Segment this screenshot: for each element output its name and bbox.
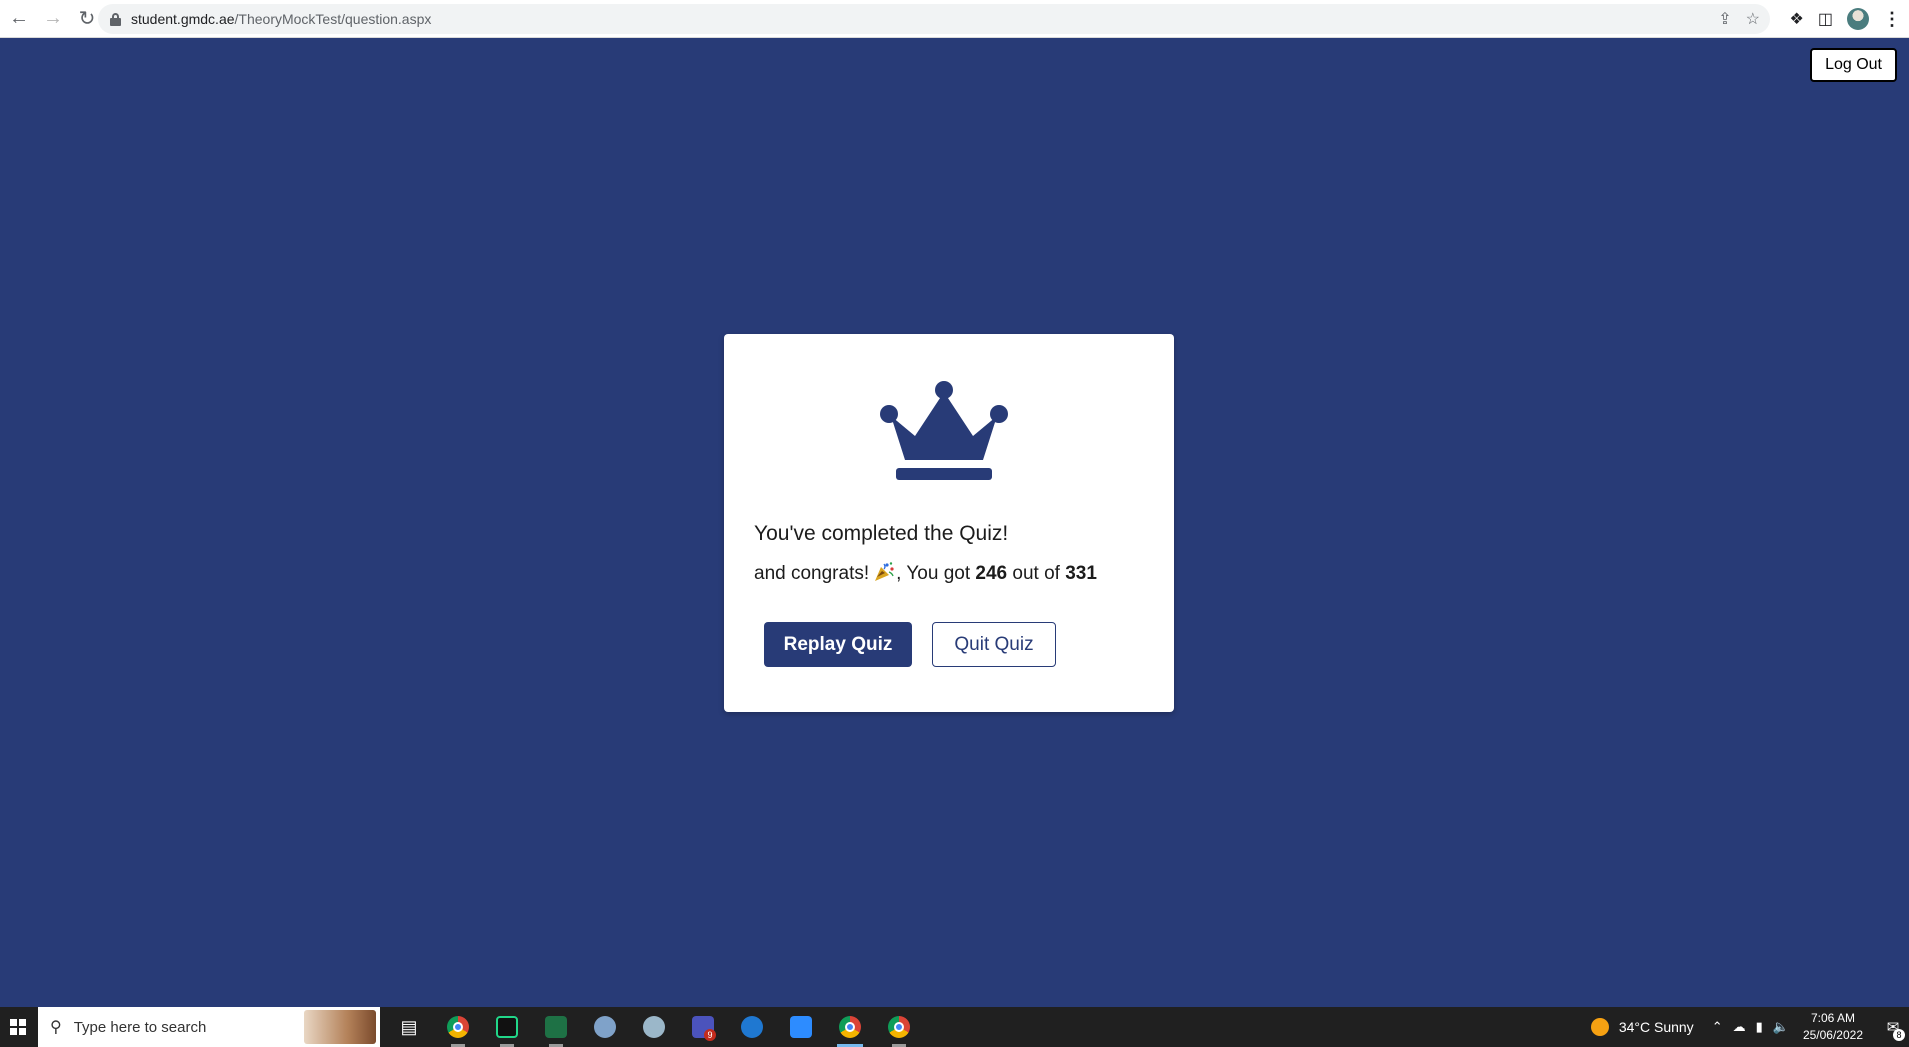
search-placeholder: Type here to search <box>73 1018 207 1036</box>
weather-sun-icon[interactable] <box>1590 1018 1609 1036</box>
taskbar-clock[interactable]: 7:06 AM 25/06/2022 <box>1803 1010 1863 1044</box>
score-value: 246 <box>975 563 1008 584</box>
extensions-puzzle-icon[interactable]: ❖ <box>1790 9 1804 29</box>
search-highlight-image <box>304 1010 376 1044</box>
start-button[interactable] <box>0 1007 36 1047</box>
windows-taskbar: ⚲ Type here to search ▤ 9 34°C Sunny ⌃ ☁… <box>0 1007 1909 1047</box>
taskbar-search-box[interactable]: ⚲ Type here to search <box>38 1007 380 1047</box>
edge-like-app-icon[interactable] <box>735 1007 769 1047</box>
profile-avatar[interactable] <box>1847 8 1869 30</box>
logout-button[interactable]: Log Out <box>1810 48 1897 82</box>
browser-toolbar: ← → ↻ student.gmdc.ae/TheoryMockTest/que… <box>0 0 1909 38</box>
back-icon[interactable]: ← <box>4 4 34 34</box>
you-got-text: , You got <box>896 563 971 584</box>
clock-time: 7:06 AM <box>1810 1011 1855 1025</box>
show-hidden-icons-chevron-icon[interactable]: ⌃ <box>1712 1019 1723 1035</box>
paint-app-icon[interactable] <box>637 1007 671 1047</box>
completion-title: You've completed the Quiz! <box>754 522 1009 545</box>
pycharm-app-icon[interactable] <box>490 1007 524 1047</box>
zoom-app-icon[interactable] <box>784 1007 818 1047</box>
task-view-icon[interactable]: ▤ <box>392 1007 426 1047</box>
side-panel-icon[interactable]: ◫ <box>1818 9 1833 29</box>
browser-menu-icon[interactable]: ⋮ <box>1883 10 1901 28</box>
address-bar[interactable]: student.gmdc.ae/TheoryMockTest/question.… <box>98 4 1770 34</box>
search-icon: ⚲ <box>50 1019 62 1036</box>
clock-date: 25/06/2022 <box>1802 1028 1863 1042</box>
chrome-active-window-icon[interactable] <box>833 1007 867 1047</box>
url-text[interactable]: student.gmdc.ae/TheoryMockTest/question.… <box>131 11 431 27</box>
crown-icon <box>880 381 1008 480</box>
network-icon[interactable]: ☁ <box>1733 1019 1746 1035</box>
replay-quiz-button[interactable]: Replay Quiz <box>764 622 912 667</box>
notification-count: 8 <box>1893 1029 1905 1041</box>
battery-icon[interactable]: ▮ <box>1756 1019 1763 1035</box>
teams-app-icon[interactable]: 9 <box>686 1007 720 1047</box>
forward-icon[interactable]: → <box>38 4 68 34</box>
lock-icon[interactable] <box>110 12 121 26</box>
score-total: 331 <box>1065 563 1097 584</box>
url-path: /TheoryMockTest/question.aspx <box>234 11 432 27</box>
share-icon[interactable]: ⇪ <box>1718 9 1731 29</box>
volume-icon[interactable]: 🔈 <box>1773 1019 1789 1035</box>
out-of-text: out of <box>1012 563 1060 584</box>
spreadsheet-app-icon[interactable] <box>539 1007 573 1047</box>
quiz-result-card: You've completed the Quiz! and congrats!… <box>724 334 1174 712</box>
teams-badge: 9 <box>704 1029 716 1041</box>
url-host: student.gmdc.ae <box>131 11 235 27</box>
chrome-second-window-icon[interactable] <box>882 1007 916 1047</box>
congrats-text: and congrats! <box>754 563 870 584</box>
chrome-app-icon[interactable] <box>441 1007 475 1047</box>
weather-text[interactable]: 34°C Sunny <box>1619 1019 1694 1035</box>
notification-center-icon[interactable]: ✉ 8 <box>1877 1007 1909 1047</box>
party-popper-icon <box>875 562 894 581</box>
quit-quiz-button[interactable]: Quit Quiz <box>932 622 1056 667</box>
windows-logo-icon <box>10 1019 26 1035</box>
snipping-tool-icon[interactable] <box>588 1007 622 1047</box>
bookmark-star-icon[interactable]: ☆ <box>1746 9 1760 29</box>
score-message: and congrats! , You got 246 out of 331 <box>754 561 1097 585</box>
